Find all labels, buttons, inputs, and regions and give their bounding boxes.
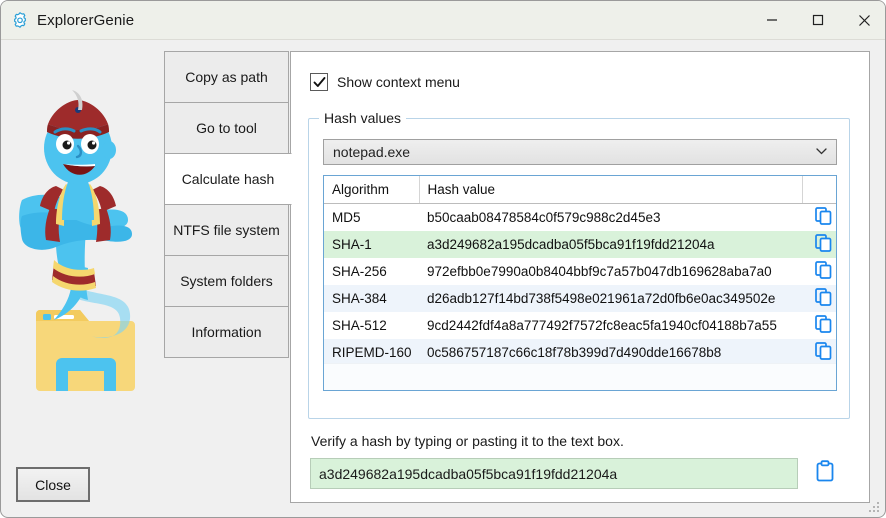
table-empty-area	[324, 363, 836, 390]
copy-icon	[815, 207, 832, 228]
paste-from-clipboard-button[interactable]	[810, 457, 840, 489]
verify-hash-label: Verify a hash by typing or pasting it to…	[311, 433, 624, 449]
cell-copy-action[interactable]	[802, 204, 836, 232]
tab-system-folders[interactable]: System folders	[164, 255, 289, 307]
cell-hash-value: 972efbb0e7990a0b8404bbf9c7a57b047db16962…	[419, 258, 802, 285]
copy-hash-button[interactable]	[811, 315, 835, 337]
cell-copy-action[interactable]	[802, 339, 836, 366]
cell-copy-action[interactable]	[802, 312, 836, 339]
title-bar: ExplorerGenie	[1, 1, 886, 40]
maximize-icon	[812, 14, 824, 26]
table-row[interactable]: MD5b50caab08478584c0f579c988c2d45e3	[324, 204, 836, 232]
cell-algorithm: MD5	[324, 204, 419, 232]
column-header-hash-value[interactable]: Hash value	[419, 176, 802, 204]
application-window: ExplorerGenie	[0, 0, 886, 518]
cell-hash-value: 0c586757187c66c18f78b399d7d490dde16678b8	[419, 339, 802, 366]
show-context-menu-checkbox[interactable]	[310, 73, 328, 91]
table-row[interactable]: RIPEMD-1600c586757187c66c18f78b399d7d490…	[324, 339, 836, 366]
hash-table-body: MD5b50caab08478584c0f579c988c2d45e3SHA-1…	[324, 204, 836, 367]
copy-icon	[815, 261, 832, 282]
chevron-down-icon	[816, 147, 827, 158]
close-icon	[858, 14, 871, 27]
cell-hash-value: b50caab08478584c0f579c988c2d45e3	[419, 204, 802, 232]
file-select-value: notepad.exe	[333, 144, 410, 160]
cell-copy-action[interactable]	[802, 285, 836, 312]
tab-information[interactable]: Information	[164, 306, 289, 358]
tab-label: Copy as path	[185, 69, 268, 85]
table-row[interactable]: SHA-384d26adb127f14bd738f5498e021961a72d…	[324, 285, 836, 312]
copy-icon	[815, 288, 832, 309]
tab-content-panel: Show context menu Hash values notepad.ex…	[290, 51, 870, 503]
table-row[interactable]: SHA-5129cd2442fdf4a8a777492f7572fc8eac5f…	[324, 312, 836, 339]
tab-label: NTFS file system	[173, 222, 280, 238]
cell-copy-action[interactable]	[802, 231, 836, 258]
show-context-menu-label: Show context menu	[337, 74, 460, 90]
copy-hash-button[interactable]	[811, 207, 835, 229]
hash-values-groupbox: Hash values notepad.exe	[308, 118, 850, 419]
tab-ntfs-file-system[interactable]: NTFS file system	[164, 204, 289, 256]
tab-label: Calculate hash	[182, 171, 275, 187]
copy-icon	[815, 315, 832, 336]
close-button[interactable]: Close	[16, 467, 90, 502]
copy-hash-button[interactable]	[811, 342, 835, 364]
table-row[interactable]: SHA-256972efbb0e7990a0b8404bbf9c7a57b047…	[324, 258, 836, 285]
minimize-button[interactable]	[749, 1, 795, 39]
hash-values-groupbox-title: Hash values	[319, 110, 406, 126]
window-controls	[749, 1, 886, 39]
window-title: ExplorerGenie	[37, 12, 134, 29]
cell-hash-value: 9cd2442fdf4a8a777492f7572fc8eac5fa1940cf…	[419, 312, 802, 339]
tab-strip: Copy as path Go to tool Calculate hash N…	[164, 51, 291, 357]
checkmark-icon	[313, 76, 326, 89]
cell-hash-value: a3d249682a195dcadba05f5bca91f19fdd21204a	[419, 231, 802, 258]
minimize-icon	[766, 14, 778, 26]
column-header-algorithm[interactable]: Algorithm	[324, 176, 419, 204]
cell-algorithm: SHA-384	[324, 285, 419, 312]
copy-hash-button[interactable]	[811, 234, 835, 256]
verify-hash-input[interactable]	[310, 458, 798, 489]
gear-icon	[11, 11, 29, 29]
copy-icon	[815, 234, 832, 255]
cell-algorithm: SHA-256	[324, 258, 419, 285]
clipboard-paste-icon	[815, 460, 835, 487]
tab-copy-as-path[interactable]: Copy as path	[164, 51, 289, 103]
hash-values-table: Algorithm Hash value MD5b50caab08478584c…	[323, 175, 837, 391]
file-select-combobox[interactable]: notepad.exe	[323, 139, 837, 165]
table-row[interactable]: SHA-1a3d249682a195dcadba05f5bca91f19fdd2…	[324, 231, 836, 258]
tab-label: Information	[191, 324, 261, 340]
cell-algorithm: SHA-1	[324, 231, 419, 258]
cell-hash-value: d26adb127f14bd738f5498e021961a72d0fb6e0a…	[419, 285, 802, 312]
cell-copy-action[interactable]	[802, 258, 836, 285]
genie-mascot-illustration	[10, 88, 165, 393]
tab-label: Go to tool	[196, 120, 257, 136]
table-header-row: Algorithm Hash value	[324, 176, 836, 204]
cell-algorithm: RIPEMD-160	[324, 339, 419, 366]
column-header-actions	[802, 176, 836, 204]
window-close-button[interactable]	[841, 1, 886, 39]
copy-hash-button[interactable]	[811, 288, 835, 310]
show-context-menu-row[interactable]: Show context menu	[310, 73, 460, 91]
mascot-pane	[2, 40, 172, 518]
tab-calculate-hash[interactable]: Calculate hash	[164, 153, 292, 205]
tab-label: System folders	[180, 273, 273, 289]
copy-icon	[815, 342, 832, 363]
maximize-button[interactable]	[795, 1, 841, 39]
tab-go-to-tool[interactable]: Go to tool	[164, 102, 289, 154]
copy-hash-button[interactable]	[811, 261, 835, 283]
cell-algorithm: SHA-512	[324, 312, 419, 339]
resize-grip[interactable]	[867, 500, 881, 514]
